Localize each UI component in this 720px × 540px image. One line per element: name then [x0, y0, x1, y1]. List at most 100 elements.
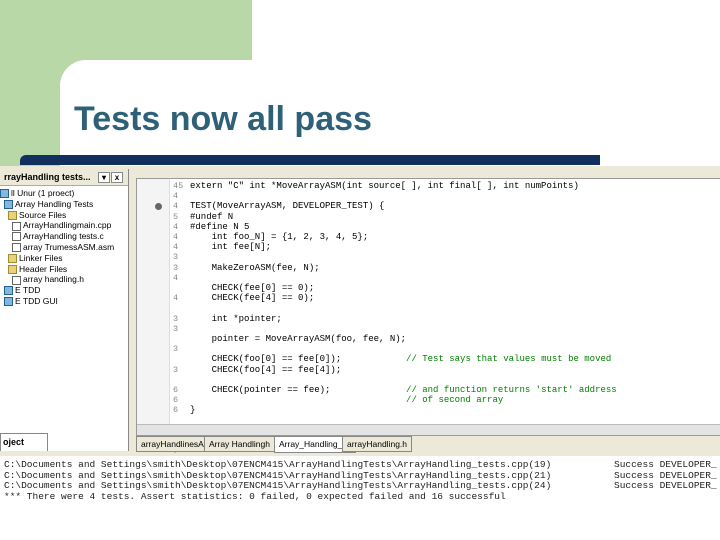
code-line: #define N 5 [190, 222, 617, 232]
code-line: int foo_N] = {1, 2, 3, 4, 5}; [190, 232, 617, 242]
line-number: 5 [173, 211, 179, 222]
line-number: 3 [173, 344, 179, 355]
line-number [173, 334, 183, 344]
tree-item-label: ArrayHandling tests.c [23, 231, 104, 242]
code-text-span: int *pointer; [190, 313, 282, 324]
line-number: 4 [173, 272, 179, 283]
code-line: int fee[N]; [190, 242, 617, 252]
tree-item-label: array handling.h [23, 274, 84, 285]
tree-item[interactable]: array handling.h [0, 274, 128, 285]
file-icon [12, 243, 21, 253]
line-number: 3 [173, 323, 179, 334]
code-line: pointer = MoveArrayASM(foo, fee, N); [190, 334, 617, 344]
code-line: // of second array [190, 395, 617, 405]
code-editor[interactable]: 45445444334 4 33 3 3 666 6777 extern "C"… [136, 178, 720, 466]
editor-gutter [137, 179, 170, 435]
code-line: } [190, 405, 617, 415]
output-line: *** There were 4 tests. Assert statistic… [4, 490, 506, 502]
line-number: 3 [173, 313, 179, 324]
line-number [173, 375, 183, 385]
tree-item-label: E TDD GUI [15, 295, 58, 306]
tab-project[interactable]: oject [0, 433, 48, 451]
tree-item-label: Source Files [19, 209, 67, 220]
tree-item[interactable]: array TrumessASM.asm [0, 242, 128, 253]
project-icon [4, 200, 13, 210]
title-underline-bar [20, 155, 600, 165]
tree-item[interactable]: Array Handling Tests [0, 199, 128, 210]
tree-item-label: Header Files [19, 263, 68, 274]
slide-title: Tests now all pass [74, 100, 372, 138]
tree-item-label: Linker Files [19, 252, 63, 263]
line-number: 4 [173, 191, 179, 202]
tree-item[interactable]: E TDD [0, 285, 128, 296]
project-icon [0, 189, 9, 199]
line-number: 3 [173, 364, 179, 375]
line-number: 4 [173, 293, 179, 304]
tree-item[interactable]: ll Unur (1 proect) [0, 188, 128, 199]
folder-icon [8, 254, 17, 264]
file-tab[interactable]: arrayHandling.h [342, 436, 413, 452]
code-text-span [190, 395, 406, 405]
code-text-span: CHECK(fee[4] == 0); [190, 293, 315, 304]
ide-screenshot: rrayHandling tests... ▾ x ll Unur (1 pro… [0, 166, 720, 466]
output-line: C:\Documents and Settings\smith\Desktop\… [4, 480, 552, 491]
line-number: 6 [173, 405, 179, 416]
file-tabs: arrayHandlinesA Array Handlingh Array_Hand… [136, 436, 720, 453]
code-text-span: } [190, 405, 196, 416]
workspace-close-icon[interactable]: x [111, 172, 123, 183]
line-number: 4 [173, 232, 179, 243]
code-comment: // of second array [406, 395, 504, 406]
workspace-pin-icon[interactable]: ▾ [98, 172, 110, 183]
code-line: CHECK(pointer == fee); // and function r… [190, 385, 617, 395]
code-line: TEST(MoveArrayASM, DEVELOPER_TEST) { [190, 201, 617, 211]
breakpoint-marker-icon [155, 203, 162, 210]
line-number [173, 283, 183, 293]
tree-item[interactable]: Source Files [0, 210, 128, 221]
code-text-span: CHECK(fee[0] == 0); [190, 283, 315, 294]
tree-item[interactable]: Linker Files [0, 253, 128, 264]
workspace-title: rrayHandling tests... [4, 172, 91, 182]
tree-item-label: Array Handling Tests [15, 198, 94, 209]
code-text-span: CHECK(foo[0] == fee[0]); [190, 354, 407, 365]
code-text-span: extern "C" int *MoveArrayASM(int source[… [190, 181, 579, 191]
project-tree: ll Unur (1 proect) Array Handling Tests So… [0, 186, 128, 307]
slide-decoration-green-left [0, 0, 60, 170]
tree-item-label: ll Unur (1 proect) [11, 188, 75, 198]
file-icon [12, 275, 21, 285]
project-icon [4, 297, 13, 307]
horizontal-scrollbar[interactable] [137, 424, 720, 435]
code-text-span: int foo_N] = {1, 2, 3, 4, 5}; [190, 232, 369, 243]
tree-item[interactable]: Header Files [0, 264, 128, 275]
folder-icon [8, 264, 17, 274]
code-text-span: int fee[N]; [190, 242, 272, 253]
code-text-span: #define N 5 [190, 221, 250, 232]
code-line: CHECK(foo[4] == fee[4]); [190, 365, 617, 375]
code-text[interactable]: extern "C" int *MoveArrayASM(int source[… [190, 181, 617, 416]
code-line: CHECK(fee[4] == 0); [190, 293, 617, 303]
line-number [173, 354, 183, 364]
workspace-panel: rrayHandling tests... ▾ x ll Unur (1 pro… [0, 169, 129, 451]
code-text-span: CHECK(foo[4] == fee[4]); [190, 364, 342, 375]
tree-item-label: array TrumessASM.asm [23, 241, 115, 252]
line-number [173, 303, 183, 313]
tree-item[interactable]: E TDD GUI [0, 296, 128, 307]
code-line: int *pointer; [190, 314, 617, 324]
file-tab[interactable]: arrayHandlinesA [136, 436, 209, 452]
code-text-span: MakeZeroASM(fee, N); [190, 262, 320, 273]
tree-item[interactable]: ArrayHandling tests.c [0, 231, 128, 242]
tree-item[interactable]: ArrayHandlingmain.cpp [0, 220, 128, 231]
file-tab[interactable]: Array Handlingh [204, 436, 275, 452]
output-status: Success DEVELOPER_ [614, 459, 717, 470]
code-line: MakeZeroASM(fee, N); [190, 263, 617, 273]
workspace-header: rrayHandling tests... ▾ x [0, 169, 128, 186]
line-number: 3 [173, 262, 179, 273]
output-line: C:\Documents and Settings\smith\Desktop\… [4, 459, 552, 470]
code-text-span: CHECK(pointer == fee); [190, 385, 407, 396]
code-line: #undef N [190, 212, 617, 222]
line-number: 6 [173, 395, 179, 406]
